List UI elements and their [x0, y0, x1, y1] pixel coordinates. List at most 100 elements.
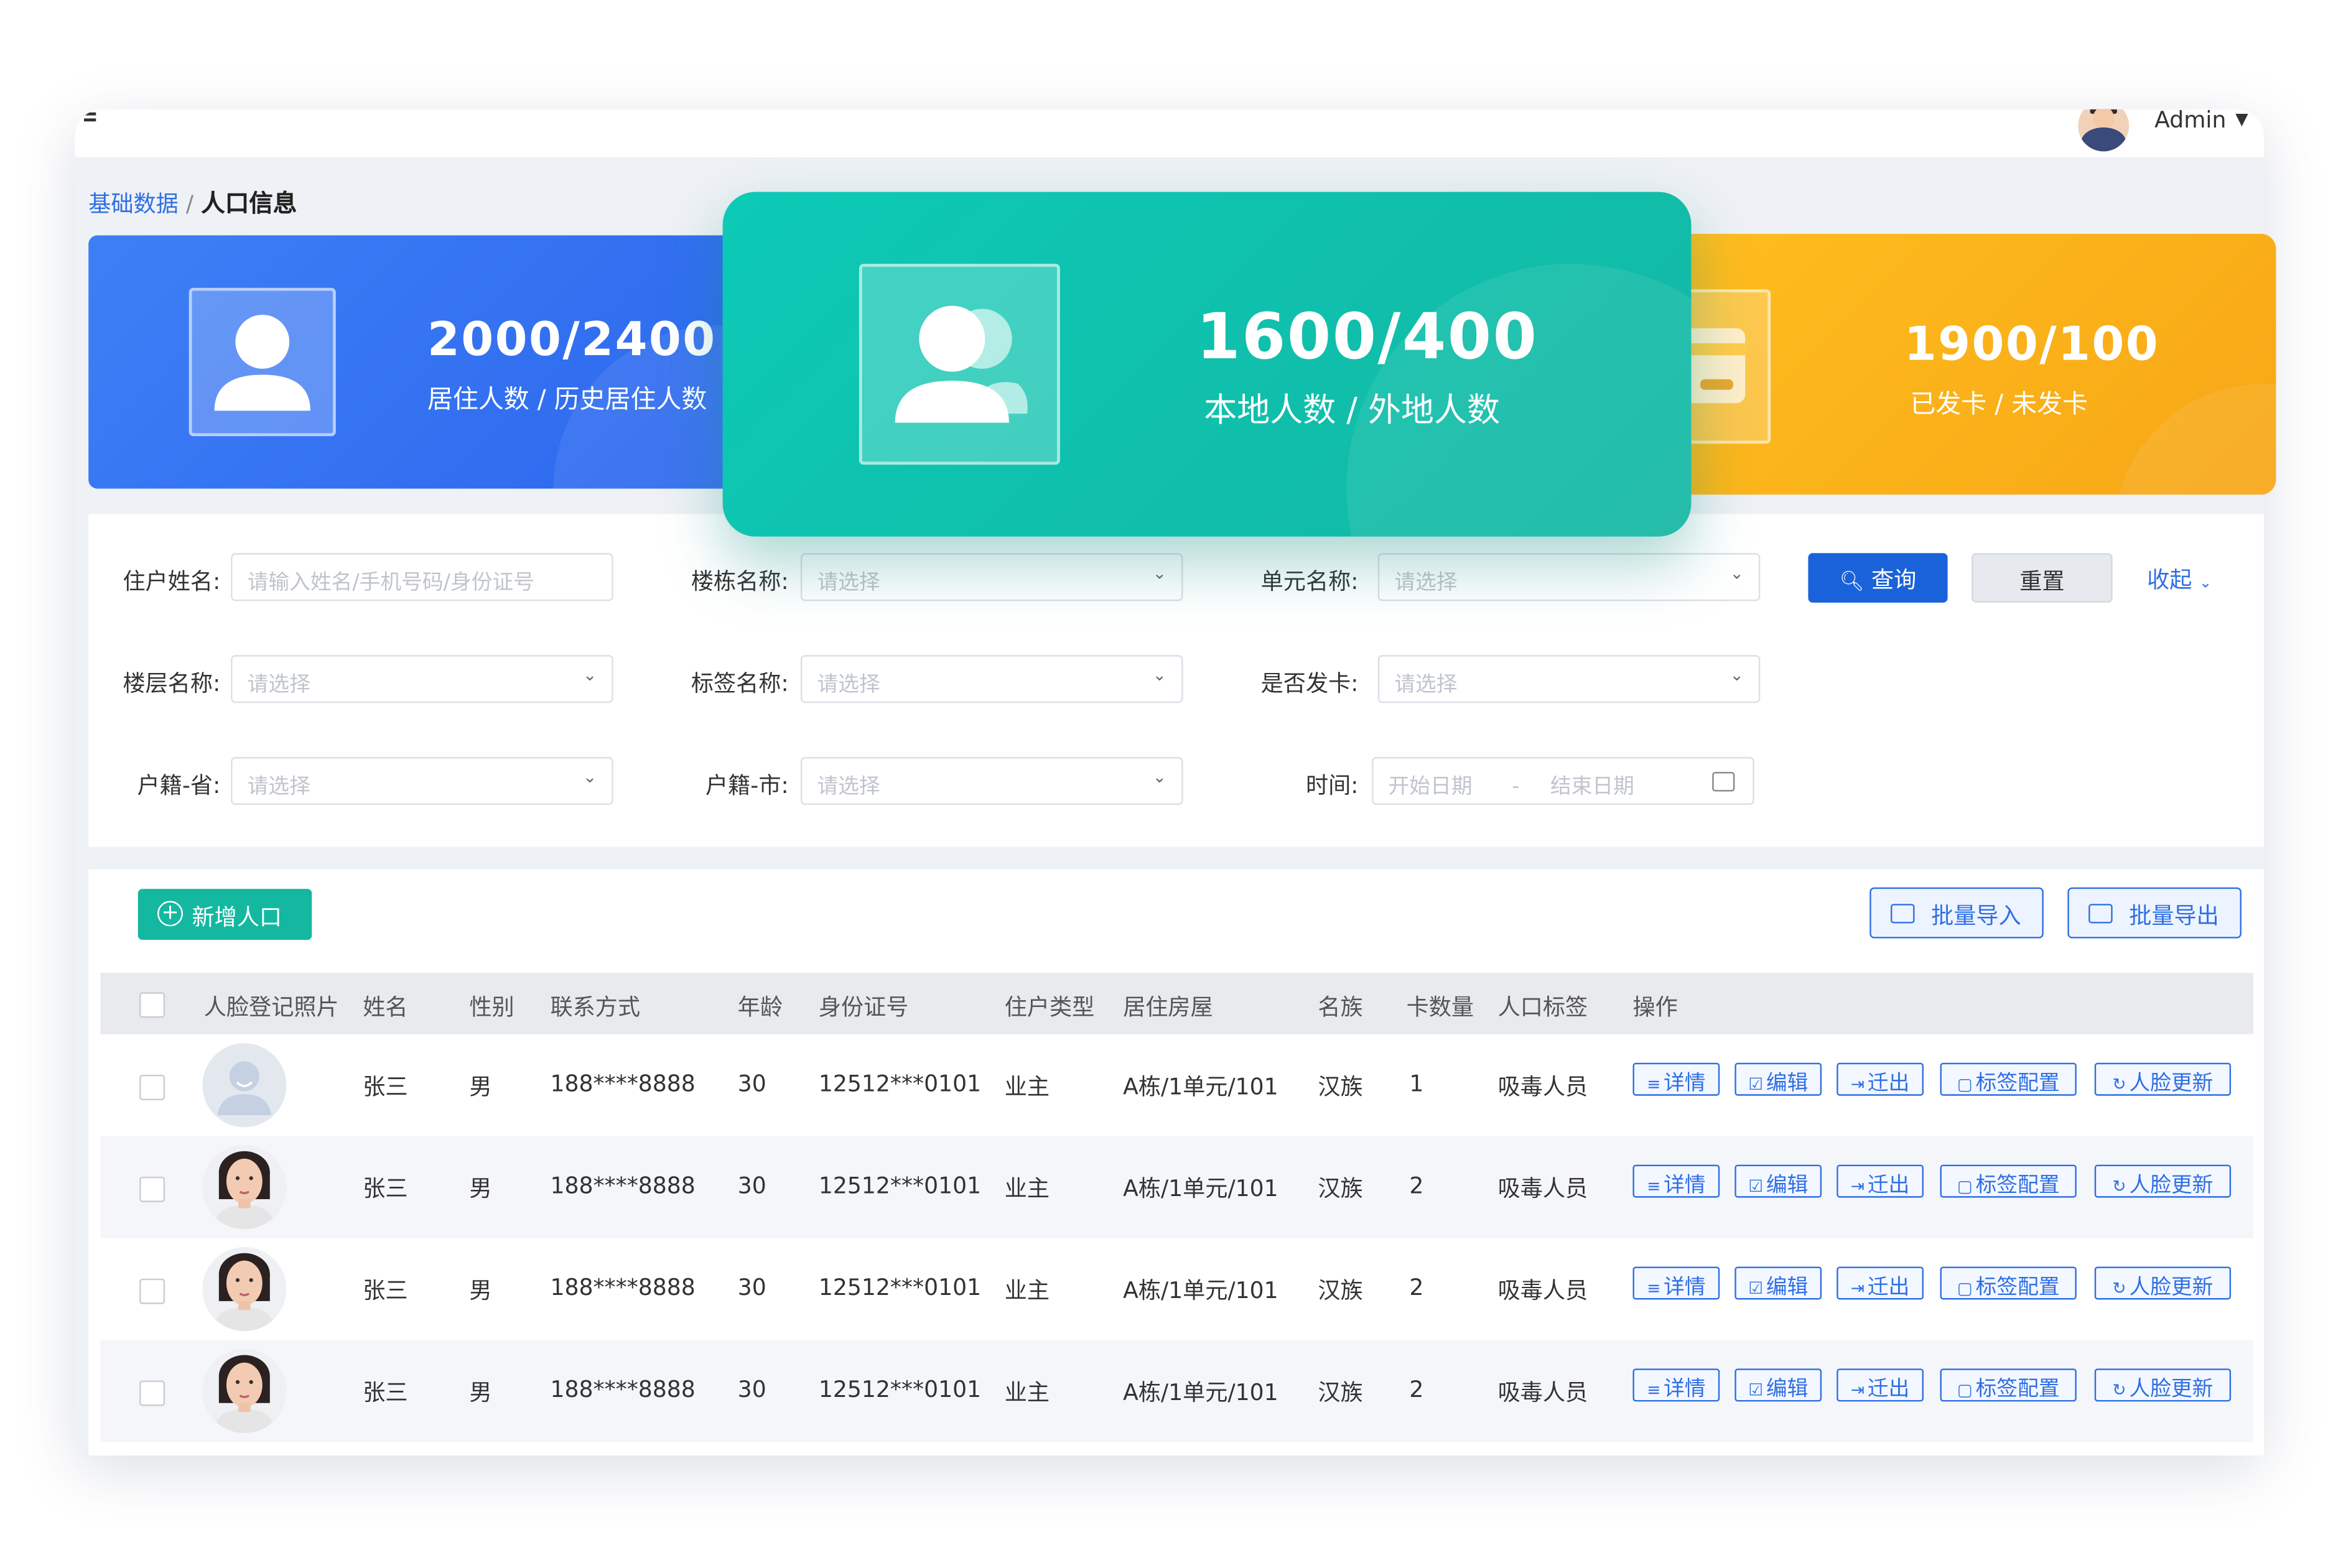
row-checkbox[interactable]: [139, 1278, 165, 1304]
edit-button[interactable]: ☑ 编辑: [1734, 1164, 1822, 1198]
move-out-button[interactable]: ⇥ 迁出: [1837, 1164, 1924, 1198]
move-out-button[interactable]: ⇥ 迁出: [1837, 1368, 1924, 1402]
building-select[interactable]: 请选择 ⌄: [800, 553, 1183, 601]
face-update-button[interactable]: ↻ 人脸更新: [2094, 1266, 2232, 1300]
edit-button[interactable]: ☑ 编辑: [1734, 1062, 1822, 1096]
edit-button[interactable]: ☑ 编辑: [1734, 1368, 1822, 1402]
card-issued-placeholder: 请选择: [1394, 673, 1458, 697]
action-label: 编辑: [1766, 1377, 1809, 1402]
cell-age: 30: [737, 1070, 766, 1098]
refresh-icon: ↻: [2112, 1176, 2126, 1197]
face-update-button[interactable]: ↻ 人脸更新: [2094, 1368, 2232, 1402]
query-button[interactable]: 🔍︎ 查询: [1808, 553, 1948, 603]
start-date-placeholder: 开始日期: [1388, 774, 1473, 799]
cell-type: 业主: [1004, 1073, 1050, 1100]
chevron-down-icon[interactable]: ▼: [2235, 109, 2248, 129]
breadcrumb-parent[interactable]: 基础数据: [88, 190, 179, 217]
edit-icon: ☑: [1748, 1176, 1764, 1197]
name-search-input[interactable]: 请输入姓名/手机号码/身份证号: [231, 553, 613, 601]
local-value: 1600/400: [1196, 300, 1539, 374]
detail-button[interactable]: ≡ 详情: [1632, 1164, 1720, 1198]
batch-export-button[interactable]: 批量导出: [2067, 887, 2242, 939]
refresh-icon: ↻: [2112, 1074, 2126, 1095]
row-checkbox[interactable]: [139, 1176, 165, 1202]
move-out-button[interactable]: ⇥ 迁出: [1837, 1266, 1924, 1300]
add-population-button[interactable]: + 新增人口: [137, 889, 312, 940]
reset-button[interactable]: 重置: [1972, 553, 2113, 603]
face-update-button[interactable]: ↻ 人脸更新: [2094, 1164, 2232, 1198]
detail-button[interactable]: ≡ 详情: [1632, 1368, 1720, 1402]
cell-id-number: 12512***0101: [818, 1070, 982, 1098]
column-header: 名族: [1318, 993, 1363, 1021]
detail-button[interactable]: ≡ 详情: [1632, 1266, 1720, 1300]
tag-select[interactable]: 请选择 ⌄: [800, 655, 1183, 703]
cell-gender: 男: [469, 1175, 492, 1202]
menu-toggle-icon[interactable]: [83, 112, 99, 131]
add-button-label: 新增人口: [192, 904, 282, 931]
admin-name[interactable]: Admin: [2154, 109, 2226, 134]
cell-tag: 吸毒人员: [1497, 1379, 1588, 1406]
date-range-separator: -: [1512, 774, 1520, 799]
filter-label-time: 时间:: [1305, 772, 1359, 799]
exit-icon: ⇥: [1850, 1278, 1865, 1299]
action-label: 人脸更新: [2129, 1174, 2214, 1198]
action-label: 标签配置: [1975, 1174, 2060, 1198]
detail-button[interactable]: ≡ 详情: [1632, 1062, 1720, 1096]
filter-label-card-issued: 是否发卡:: [1260, 670, 1359, 697]
chevron-down-icon: ⌄: [1729, 666, 1744, 685]
tag-config-button[interactable]: ▢ 标签配置: [1940, 1164, 2077, 1198]
face-photo: [202, 1247, 287, 1332]
tag-placeholder: 请选择: [817, 673, 880, 697]
tag-config-button[interactable]: ▢ 标签配置: [1940, 1266, 2077, 1300]
chevron-down-icon: ⌄: [1729, 564, 1744, 583]
list-icon: ≡: [1647, 1176, 1661, 1197]
cell-ethnicity: 汉族: [1318, 1379, 1363, 1406]
collapse-link[interactable]: 收起 ⌄: [2147, 564, 2212, 595]
query-button-label: 查询: [1871, 566, 1917, 594]
export-button-label: 批量导出: [2129, 902, 2219, 930]
person-icon: [189, 287, 336, 437]
face-update-button[interactable]: ↻ 人脸更新: [2094, 1062, 2232, 1096]
chevron-down-icon: ⌄: [582, 666, 597, 685]
cell-ethnicity: 汉族: [1318, 1073, 1363, 1100]
row-checkbox[interactable]: [139, 1380, 165, 1406]
tag-icon: ▢: [1957, 1380, 1973, 1400]
refresh-icon: ↻: [2112, 1278, 2126, 1299]
move-out-button[interactable]: ⇥ 迁出: [1837, 1062, 1924, 1096]
chevron-down-icon: ⌄: [1152, 767, 1166, 787]
cell-gender: 男: [469, 1277, 492, 1304]
batch-import-button[interactable]: 批量导入: [1869, 887, 2044, 939]
unit-select[interactable]: 请选择 ⌄: [1377, 553, 1761, 601]
chevron-down-icon: ⌄: [1152, 564, 1166, 583]
tag-config-button[interactable]: ▢ 标签配置: [1940, 1368, 2077, 1402]
city-select[interactable]: 请选择 ⌄: [800, 757, 1183, 805]
cell-tag: 吸毒人员: [1497, 1175, 1588, 1202]
tag-config-button[interactable]: ▢ 标签配置: [1940, 1062, 2077, 1096]
filter-label-floor: 楼层名称:: [123, 670, 221, 697]
action-label: 详情: [1664, 1275, 1706, 1300]
refresh-icon: ↻: [2112, 1380, 2126, 1400]
province-select[interactable]: 请选择 ⌄: [231, 757, 613, 805]
cell-name: 张三: [363, 1175, 408, 1202]
province-placeholder: 请选择: [247, 774, 310, 799]
floor-select[interactable]: 请选择 ⌄: [231, 655, 613, 703]
row-checkbox[interactable]: [139, 1074, 165, 1100]
stat-card-residents: 2000/2400 居住人数 / 历史居住人数: [88, 235, 793, 489]
cell-cards: 2: [1409, 1376, 1424, 1403]
cell-phone: 188****8888: [550, 1172, 696, 1200]
card-issued-select[interactable]: 请选择 ⌄: [1377, 655, 1761, 703]
column-header: 卡数量: [1406, 993, 1474, 1021]
date-range-picker[interactable]: 开始日期 - 结束日期: [1372, 757, 1754, 805]
cell-age: 30: [737, 1172, 766, 1200]
edit-button[interactable]: ☑ 编辑: [1734, 1266, 1822, 1300]
edit-icon: ☑: [1748, 1380, 1764, 1400]
cell-age: 30: [737, 1274, 766, 1301]
table-row: 张三 男 188****8888 30 12512***0101 业主 A栋/1单元/101…: [100, 1238, 2253, 1340]
admin-avatar[interactable]: [2078, 109, 2130, 152]
folder-import-icon: [1891, 904, 1915, 924]
cell-ethnicity: 汉族: [1318, 1277, 1363, 1304]
select-all-checkbox[interactable]: [139, 992, 165, 1018]
floor-placeholder: 请选择: [247, 673, 310, 697]
action-label: 详情: [1664, 1377, 1706, 1402]
tag-icon: ▢: [1957, 1176, 1973, 1197]
